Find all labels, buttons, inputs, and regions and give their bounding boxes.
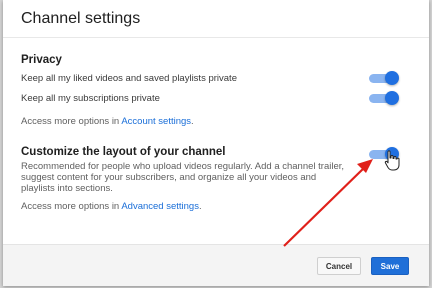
toggle-knob bbox=[385, 91, 399, 105]
liked-videos-private-toggle[interactable] bbox=[369, 71, 399, 85]
advanced-settings-link[interactable]: Advanced settings bbox=[121, 201, 199, 212]
liked-videos-private-label: Keep all my liked videos and saved playl… bbox=[21, 73, 237, 84]
privacy-heading: Privacy bbox=[21, 54, 62, 66]
customize-layout-description: Recommended for people who upload videos… bbox=[21, 161, 345, 194]
advanced-settings-line: Access more options in Advanced settings… bbox=[21, 201, 202, 212]
advanced-settings-prefix: Access more options in bbox=[21, 201, 122, 212]
account-settings-suffix: . bbox=[191, 116, 194, 127]
advanced-settings-suffix: . bbox=[198, 201, 202, 212]
subscriptions-private-toggle[interactable] bbox=[369, 91, 399, 105]
dialog-title: Channel settings bbox=[21, 10, 141, 27]
toggle-knob bbox=[385, 147, 399, 161]
dialog-footer bbox=[3, 244, 429, 286]
title-divider bbox=[3, 37, 429, 38]
account-settings-prefix: Access more options in bbox=[21, 116, 122, 127]
toggle-knob bbox=[385, 71, 399, 85]
account-settings-link[interactable]: Account settings bbox=[121, 116, 191, 127]
customize-layout-heading: Customize the layout of your channel bbox=[21, 146, 226, 158]
channel-settings-dialog: Channel settings Privacy Keep all my lik… bbox=[3, 0, 429, 286]
subscriptions-private-label: Keep all my subscriptions private bbox=[21, 93, 160, 104]
account-settings-line: Access more options in Account settings. bbox=[21, 116, 194, 127]
cancel-button[interactable]: Cancel bbox=[317, 257, 361, 275]
save-button[interactable]: Save bbox=[371, 257, 409, 275]
customize-layout-toggle[interactable] bbox=[369, 147, 399, 161]
